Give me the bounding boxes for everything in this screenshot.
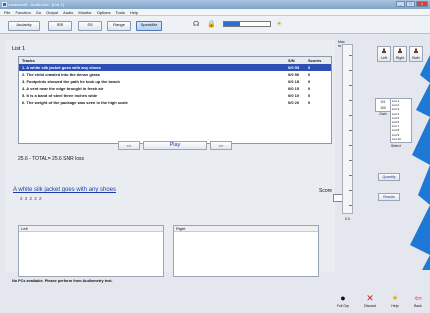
status-message: No PCs available. Please perform from Au… <box>12 279 113 283</box>
maximize-button[interactable]: □ <box>406 1 415 7</box>
menu-bar: File Function Go Output Audio Monitor Op… <box>0 9 430 16</box>
menu-function[interactable]: Function <box>15 9 30 15</box>
menu-file[interactable]: File <box>4 9 10 15</box>
previous-button[interactable]: << <box>118 141 140 150</box>
track-name: 2. The child crawled into the dense gras… <box>22 72 101 77</box>
toolbar: Audacity SRI SS Range SpeakMe ☊ 🔒 ☀ <box>0 16 430 34</box>
audacity-button[interactable]: Audacity <box>8 21 40 31</box>
range-button[interactable]: Range <box>107 21 131 31</box>
menu-audio[interactable]: Audio <box>63 9 73 15</box>
quantify-button[interactable]: Quantify <box>378 173 400 181</box>
left-talker-label: Left <box>381 56 387 60</box>
back-arrow-icon: ⇦ <box>414 293 422 303</box>
track-name: 4. A vent near the edge brought in fresh… <box>22 86 104 91</box>
app-icon <box>2 2 7 7</box>
full-grp-button[interactable]: ● Full Grp <box>333 293 353 313</box>
count-box[interactable]: 0/1 100 Gain <box>375 98 391 116</box>
lightbulb-icon: ✦ <box>391 293 399 303</box>
current-sentence: A white silk jacket goes with any shoes <box>13 187 117 193</box>
left-pane-title: Left <box>19 226 163 232</box>
lock-icon[interactable]: 🔒 <box>207 21 216 29</box>
menu-output[interactable]: Output <box>46 9 58 15</box>
column-scores[interactable]: Scores <box>308 57 321 64</box>
level-slider[interactable] <box>342 44 353 214</box>
close-button[interactable]: × <box>416 1 428 7</box>
help-button[interactable]: ✦ Help <box>385 293 405 313</box>
results-button[interactable]: Results <box>378 193 400 201</box>
track-score: 0 <box>308 100 311 105</box>
close-icon: ✕ <box>366 293 374 303</box>
headset-icon[interactable]: ☊ <box>193 21 199 29</box>
full-grp-label: Full Grp <box>336 304 350 308</box>
menu-monitor[interactable]: Monitor <box>78 9 91 15</box>
track-name: 3. Footprints showed the path he took up… <box>22 79 121 84</box>
back-label: Back <box>414 304 422 308</box>
ss-button[interactable]: SS <box>78 21 102 31</box>
left-talker-button[interactable]: ♟ Left <box>377 46 391 62</box>
blue-zigzag-highlight <box>410 55 430 270</box>
count-box-sub: 100 Gain <box>379 106 387 116</box>
person-icon: ♟ <box>380 48 388 55</box>
table-row[interactable]: 3. Footprints showed the path he took up… <box>19 78 331 85</box>
window-title: Lessonsoft - Audio tool - [List 1] <box>8 2 64 7</box>
sun-icon[interactable]: ☀ <box>276 21 282 29</box>
left-pane: Left <box>18 225 164 277</box>
track-score: 0 <box>308 86 311 91</box>
phoneme-marks: 2 2 2 2 2 <box>20 196 43 201</box>
track-name: 6. The weight of the package was seen in… <box>22 100 128 105</box>
sri-button[interactable]: SRI <box>48 21 72 31</box>
title-bar: Lessonsoft - Audio tool - [List 1] _ □ × <box>0 0 430 9</box>
discard-label: Discard <box>364 304 376 308</box>
track-sn: 0/0 55 <box>288 65 300 70</box>
level-progress-fill <box>224 22 241 26</box>
column-sn[interactable]: S/N <box>288 57 295 64</box>
totals-text: 25.6 - TOTAL= 25.6 SNR loss <box>18 156 85 162</box>
track-score: 0 <box>308 79 311 84</box>
track-score: 0 <box>308 93 311 98</box>
right-pane: Right <box>173 225 319 277</box>
track-sn: 0/0 18 <box>288 79 300 84</box>
track-sn: 0/0 10 <box>288 93 300 98</box>
slider-bottom-value: 0.0 <box>345 217 350 221</box>
track-score: 0 <box>308 65 311 70</box>
track-score: 0 <box>308 72 311 77</box>
right-pane-title: Right <box>174 226 318 232</box>
track-sn: 0/0 50 <box>288 72 300 77</box>
minimize-button[interactable]: _ <box>396 1 405 7</box>
menu-options[interactable]: Options <box>97 9 111 15</box>
table-row[interactable]: 6. The weight of the package was seen in… <box>19 99 331 106</box>
play-button[interactable]: Play <box>143 141 207 150</box>
track-sn: 0/0 15 <box>288 86 300 91</box>
level-progress-bar <box>223 21 271 27</box>
menu-tools[interactable]: Tools <box>116 9 125 15</box>
track-name: 1. A white silk jacket goes with any sho… <box>22 65 101 70</box>
column-tracks[interactable]: Tracks <box>22 57 35 64</box>
help-label: Help <box>391 304 399 308</box>
speakme-button[interactable]: SpeakMe <box>136 21 162 31</box>
menu-go[interactable]: Go <box>36 9 41 15</box>
tracks-table: Tracks S/N Scores 1. A white silk jacket… <box>18 56 332 144</box>
table-row[interactable]: 2. The child crawled into the dense gras… <box>19 71 331 78</box>
discard-button[interactable]: ✕ Discard <box>360 293 380 313</box>
list-title: List 1 <box>12 46 26 52</box>
table-row[interactable]: 4. A vent near the edge brought in fresh… <box>19 85 331 92</box>
person-icon: ● <box>340 293 346 303</box>
menu-help[interactable]: Help <box>130 9 138 15</box>
back-button[interactable]: ⇦ Back <box>408 293 428 313</box>
table-row[interactable]: 5. It is a band of steel three inches wi… <box>19 92 331 99</box>
track-name: 5. It is a band of steel three inches wi… <box>22 93 98 98</box>
track-sn: 0/0 20 <box>288 100 300 105</box>
table-row[interactable]: 1. A white silk jacket goes with any sho… <box>19 64 331 71</box>
next-button[interactable]: >> <box>210 141 232 150</box>
score-label: Score <box>319 188 333 194</box>
